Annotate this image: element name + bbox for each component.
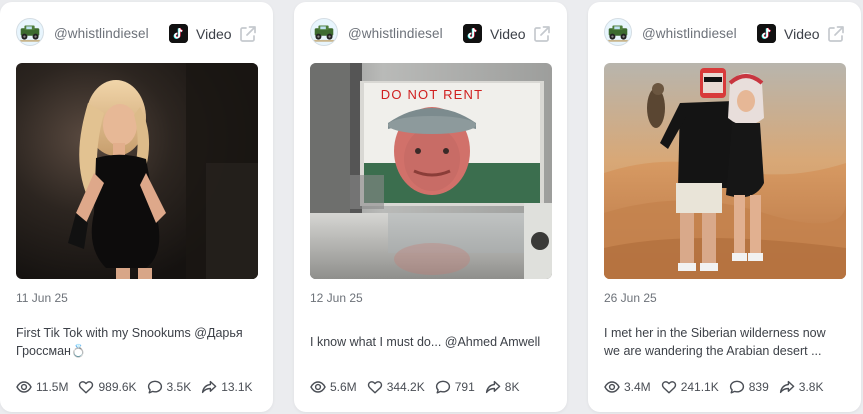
avatar[interactable] (604, 18, 632, 46)
video-thumbnail[interactable] (16, 63, 258, 279)
shares-stat: 8K (485, 379, 520, 395)
views-stat: 11.5M (16, 379, 68, 395)
post-date: 11 Jun 25 (16, 291, 68, 305)
card-header: @whistlindiesel Video (0, 2, 273, 62)
video-thumbnail[interactable] (604, 63, 846, 279)
post-caption: I met her in the Siberian wilderness now… (604, 324, 846, 360)
post-caption: First Tik Tok with my Snookums @Дарья Гр… (16, 324, 258, 360)
video-thumbnail[interactable]: DO NOT RENT (310, 63, 552, 279)
post-date: 12 Jun 25 (310, 291, 363, 305)
caption-line: I know what I must do... @Ahmed Amwell (310, 335, 541, 349)
eye-icon (310, 379, 326, 395)
likes-stat: 989.6K (78, 379, 137, 395)
avatar[interactable] (310, 18, 338, 46)
poster-text: DO NOT RENT (381, 87, 484, 102)
comment-icon (147, 379, 163, 395)
account-handle[interactable]: @whistlindiesel (54, 26, 161, 41)
card-header: @whistlindiesel Video (294, 2, 567, 62)
views-count: 11.5M (36, 380, 69, 394)
post-stats: 11.5M 989.6K 3.5K 13.1K (16, 378, 263, 396)
comments-count: 791 (454, 380, 475, 394)
shares-stat: 13.1K (201, 379, 253, 395)
post-caption: I know what I must do... @Ahmed Amwell (310, 333, 552, 351)
likes-count: 241.1K (680, 380, 719, 394)
caption-line: First Tik Tok with my Snookums @Дарья (16, 326, 243, 340)
post-type-label: Video (784, 26, 820, 42)
shares-count: 3.8K (798, 380, 824, 394)
caption-line: I met her in the Siberian wilderness now (604, 326, 826, 340)
share-icon (485, 379, 501, 395)
external-link-icon[interactable] (532, 24, 552, 44)
shares-stat: 3.8K (779, 379, 824, 395)
post-stats: 5.6M 344.2K 791 8K (310, 378, 529, 396)
account-handle[interactable]: @whistlindiesel (642, 26, 749, 41)
tiktok-icon (169, 24, 188, 43)
heart-icon (78, 379, 94, 395)
caption-line: Гроссман💍 (16, 344, 87, 358)
views-stat: 5.6M (310, 379, 357, 395)
eye-icon (16, 379, 32, 395)
likes-count: 989.6K (98, 380, 137, 394)
share-icon (779, 379, 795, 395)
views-count: 5.6M (330, 380, 357, 394)
shares-count: 13.1K (221, 380, 253, 394)
eye-icon (604, 379, 620, 395)
shares-count: 8K (504, 380, 520, 394)
comments-stat: 791 (435, 379, 475, 395)
comment-icon (435, 379, 451, 395)
views-stat: 3.4M (604, 379, 651, 395)
post-type-label: Video (490, 26, 526, 42)
avatar[interactable] (16, 18, 44, 46)
views-count: 3.4M (624, 380, 651, 394)
heart-icon (661, 379, 677, 395)
comments-count: 3.5K (166, 380, 192, 394)
caption-line: we are wandering the Arabian desert ... (604, 344, 822, 358)
likes-stat: 344.2K (367, 379, 425, 395)
post-type-label: Video (196, 26, 232, 42)
share-icon (201, 379, 217, 395)
comments-count: 839 (748, 380, 769, 394)
heart-icon (367, 379, 383, 395)
comments-stat: 839 (729, 379, 769, 395)
account-handle[interactable]: @whistlindiesel (348, 26, 455, 41)
post-stats: 3.4M 241.1K 839 3.8K (604, 378, 833, 396)
tiktok-icon (463, 24, 482, 43)
external-link-icon[interactable] (826, 24, 846, 44)
external-link-icon[interactable] (238, 24, 258, 44)
comment-icon (729, 379, 745, 395)
post-card[interactable]: @whistlindiesel Video (0, 2, 273, 412)
comments-stat: 3.5K (147, 379, 192, 395)
post-card[interactable]: @whistlindiesel Video (588, 2, 861, 412)
card-header: @whistlindiesel Video (588, 2, 861, 62)
post-card[interactable]: @whistlindiesel Video (294, 2, 567, 412)
likes-stat: 241.1K (661, 379, 719, 395)
tiktok-icon (757, 24, 776, 43)
post-date: 26 Jun 25 (604, 291, 657, 305)
likes-count: 344.2K (386, 380, 425, 394)
